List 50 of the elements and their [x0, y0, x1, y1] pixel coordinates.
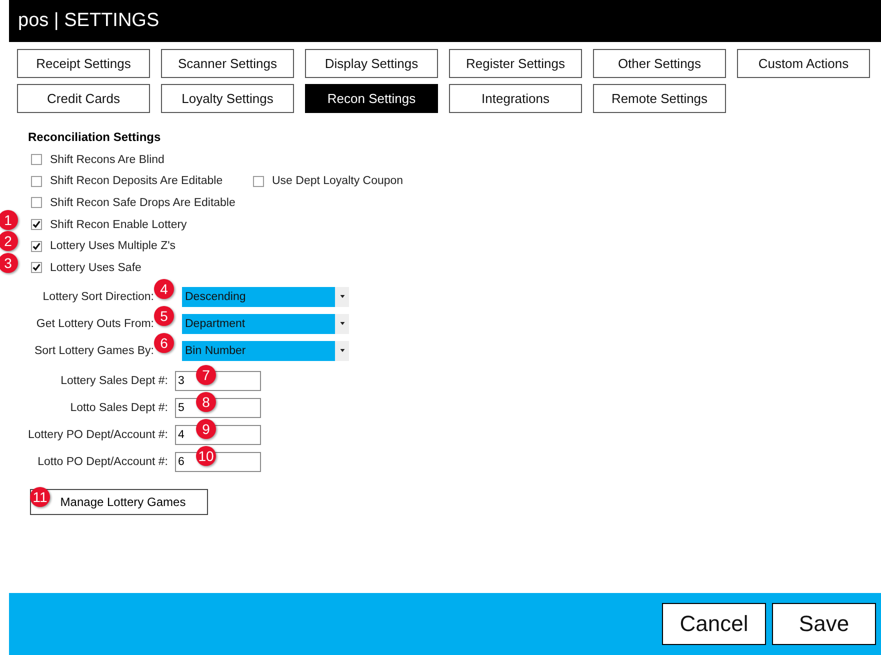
checkbox[interactable] — [31, 176, 42, 187]
footer-button[interactable]: Save — [772, 603, 876, 645]
settings-tab[interactable]: Receipt Settings — [17, 49, 150, 78]
settings-tab[interactable]: Loyalty Settings — [161, 84, 294, 113]
checkbox-label: Lottery Uses Multiple Z's — [50, 240, 176, 252]
field-label: Lotto PO Dept/Account #: — [36, 456, 168, 468]
settings-tab[interactable]: Register Settings — [449, 49, 582, 78]
checkbox[interactable] — [31, 219, 42, 230]
number-badge: 4 — [154, 278, 174, 299]
settings-tab[interactable]: Recon Settings — [305, 84, 438, 113]
checkbox-label: Use Dept Loyalty Coupon — [272, 175, 404, 188]
number-badge: 2 — [0, 231, 18, 252]
number-badge: 8 — [196, 392, 216, 412]
number-badge: 9 — [196, 418, 216, 439]
settings-tab[interactable]: Integrations — [449, 84, 582, 113]
number-badge: 11 — [30, 486, 50, 507]
number-badge: 3 — [0, 252, 18, 273]
settings-tab[interactable]: Display Settings — [305, 49, 438, 78]
checkbox-label: Shift Recon Enable Lottery — [50, 218, 187, 231]
checkbox[interactable] — [253, 176, 264, 187]
settings-tab[interactable]: Other Settings — [593, 49, 726, 78]
checkbox[interactable] — [31, 240, 42, 252]
checkbox-label: Shift Recon Deposits Are Editable — [50, 175, 223, 188]
checkbox[interactable] — [31, 197, 42, 208]
field-label: Lotto Sales Dept #: — [69, 402, 168, 414]
number-badge: 6 — [154, 332, 174, 353]
field-label: Lottery Sort Direction: — [42, 290, 154, 303]
number-badge: 10 — [196, 446, 216, 466]
checkbox-label: Shift Recon Safe Drops Are Editable — [50, 196, 236, 209]
settings-tab[interactable]: Remote Settings — [593, 84, 726, 113]
footer-button[interactable]: Cancel — [662, 603, 766, 645]
settings-tab[interactable]: Scanner Settings — [161, 49, 294, 78]
settings-tab[interactable]: Custom Actions — [737, 49, 870, 78]
field-label: Get Lottery Outs From: — [35, 318, 154, 330]
caret-icon — [340, 349, 344, 352]
window-title: pos | SETTINGS — [18, 10, 160, 32]
number-badge: 1 — [0, 210, 18, 230]
section-title: Reconciliation Settings — [28, 130, 162, 144]
field-label: Lottery Sales Dept #: — [60, 374, 168, 387]
number-badge: 5 — [154, 306, 174, 326]
checkbox-label: Lottery Uses Safe — [50, 262, 142, 274]
settings-tab[interactable]: Credit Cards — [17, 84, 150, 113]
caret-icon — [340, 295, 344, 298]
caret-icon — [340, 322, 344, 326]
checkbox[interactable] — [31, 262, 42, 274]
checkbox[interactable] — [31, 154, 42, 166]
number-badge: 7 — [196, 364, 216, 385]
field-label: Sort Lottery Games By: — [33, 344, 154, 357]
checkbox-label: Shift Recons Are Blind — [50, 154, 164, 166]
field-label: Lottery PO Dept/Account #: — [27, 428, 168, 441]
